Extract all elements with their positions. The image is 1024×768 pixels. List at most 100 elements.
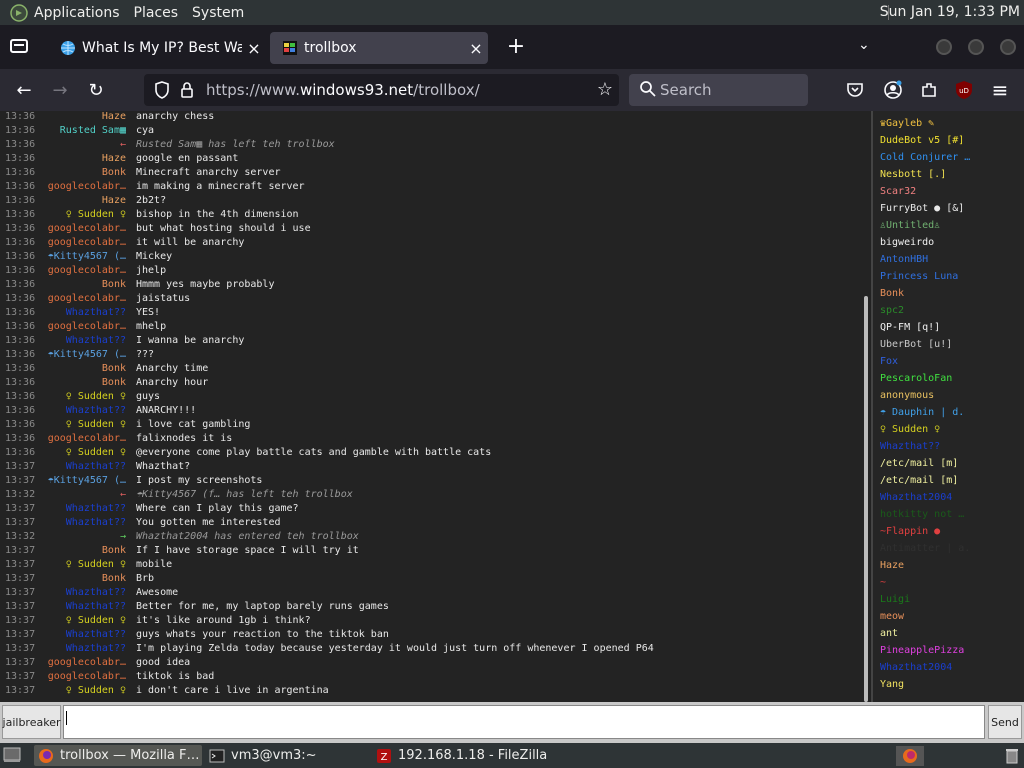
user-list-item[interactable]: Nesbott [.]	[880, 169, 946, 186]
user-list-item[interactable]: ☂ Dauphin | d.	[880, 407, 964, 424]
message-nick[interactable]: googlecolabr…	[48, 223, 126, 234]
tab-whatismyip[interactable]: What Is My IP? Best Way To ×	[48, 32, 266, 64]
message-nick[interactable]: Whazthat??	[66, 629, 126, 640]
nickname-button[interactable]: jailbreaker	[2, 705, 61, 739]
user-list-item[interactable]: AntonHBH	[880, 254, 928, 271]
reload-icon[interactable]: ↻	[85, 80, 107, 101]
menu-system[interactable]: System	[192, 5, 244, 21]
user-list-item[interactable]: DudeBot v5 [#]	[880, 135, 964, 152]
message-nick[interactable]: Bonk	[102, 573, 126, 584]
taskbar-item-filezilla[interactable]: Z 192.168.1.18 - FileZilla	[372, 745, 572, 766]
message-nick[interactable]: ♀ Sudden ♀	[66, 685, 126, 696]
message-nick[interactable]: Bonk	[102, 363, 126, 374]
message-nick[interactable]: Haze	[102, 153, 126, 164]
message-nick[interactable]: Whazthat??	[66, 601, 126, 612]
message-nick[interactable]: Bonk	[102, 167, 126, 178]
bookmark-star-icon[interactable]: ☆	[597, 79, 613, 100]
user-list-item[interactable]: ~Flappin ●	[880, 526, 940, 543]
message-nick[interactable]: ☂Kitty4567 (…	[48, 475, 126, 486]
message-nick[interactable]: googlecolabr…	[48, 657, 126, 668]
message-nick[interactable]: googlecolabr…	[48, 265, 126, 276]
user-list-item[interactable]: Whazthat2004	[880, 662, 952, 679]
firefox-tray-icon[interactable]	[896, 746, 924, 766]
tab-close-icon[interactable]: ×	[464, 39, 488, 58]
trash-icon[interactable]	[1004, 747, 1020, 764]
message-nick[interactable]: Whazthat??	[66, 461, 126, 472]
chat-scrollbar[interactable]	[864, 296, 868, 702]
chat-log[interactable]: 13:36 Haze anarchy chess 13:36 Rusted Sam▦ cy…	[0, 111, 870, 702]
message-nick[interactable]: →	[120, 531, 126, 542]
message-nick[interactable]: Rusted Sam▦	[60, 125, 126, 136]
clock[interactable]: Sun Jan 19, 1:33 PM	[880, 4, 1020, 20]
message-nick[interactable]: ♀ Sudden ♀	[66, 419, 126, 430]
message-nick[interactable]: googlecolabr…	[48, 671, 126, 682]
user-list-item[interactable]: ant	[880, 628, 898, 645]
message-nick[interactable]: ♀ Sudden ♀	[66, 391, 126, 402]
message-nick[interactable]: Haze	[102, 111, 126, 122]
tracking-protection-icon[interactable]	[154, 81, 170, 99]
message-nick[interactable]: Bonk	[102, 545, 126, 556]
user-list-item[interactable]: Scar32	[880, 186, 916, 203]
url-bar[interactable]: https://www.windows93.net/trollbox/ ☆	[144, 74, 619, 106]
url-text[interactable]: https://www.windows93.net/trollbox/	[206, 81, 480, 99]
menu-applications[interactable]: Applications	[34, 5, 120, 21]
user-list-item[interactable]: ♛Gayleb ✎	[880, 118, 934, 135]
menu-places[interactable]: Places	[134, 5, 179, 21]
message-nick[interactable]: Whazthat??	[66, 517, 126, 528]
user-list-item[interactable]: FurryBot ● [&]	[880, 203, 964, 220]
message-nick[interactable]: Whazthat??	[66, 587, 126, 598]
message-nick[interactable]: ♀ Sudden ♀	[66, 447, 126, 458]
message-nick[interactable]: Whazthat??	[66, 643, 126, 654]
lock-icon[interactable]	[180, 81, 194, 99]
taskbar-item-firefox[interactable]: trollbox — Mozilla F…	[34, 745, 202, 766]
user-list-item[interactable]: Cold Conjurer …	[880, 152, 970, 169]
user-list-item[interactable]: Haze	[880, 560, 904, 577]
user-list-item[interactable]: meow	[880, 611, 904, 628]
firefox-view-icon[interactable]	[10, 39, 28, 53]
message-nick[interactable]: Haze	[102, 195, 126, 206]
show-desktop-icon[interactable]	[3, 747, 21, 763]
message-nick[interactable]: Whazthat??	[66, 307, 126, 318]
user-list-item[interactable]: ~	[880, 577, 886, 594]
message-nick[interactable]: googlecolabr…	[48, 293, 126, 304]
message-input[interactable]	[63, 705, 985, 739]
message-nick[interactable]: Bonk	[102, 279, 126, 290]
user-list-item[interactable]: hotkitty not …	[880, 509, 964, 526]
tab-trollbox[interactable]: trollbox ×	[270, 32, 488, 64]
message-nick[interactable]: ☂Kitty4567 (…	[48, 251, 126, 262]
message-nick[interactable]: Whazthat??	[66, 405, 126, 416]
send-button[interactable]: Send	[988, 705, 1022, 739]
maximize-button[interactable]	[968, 39, 984, 55]
message-nick[interactable]: googlecolabr…	[48, 237, 126, 248]
message-nick[interactable]: googlecolabr…	[48, 181, 126, 192]
message-nick[interactable]: Bonk	[102, 377, 126, 388]
user-list-item[interactable]: /etc/mail [m]	[880, 458, 958, 475]
user-list[interactable]: ♛Gayleb ✎ DudeBot v5 [#] Cold Conjurer … Ne…	[871, 111, 1024, 702]
user-list-item[interactable]: QP-FM [q!]	[880, 322, 940, 339]
minimize-button[interactable]	[936, 39, 952, 55]
search-bar[interactable]: Search	[629, 74, 808, 106]
message-nick[interactable]: ←	[120, 489, 126, 500]
message-nick[interactable]: ←	[120, 139, 126, 150]
extensions-icon[interactable]	[920, 81, 938, 99]
user-list-item[interactable]: bigweirdo	[880, 237, 934, 254]
message-nick[interactable]: ♀ Sudden ♀	[66, 615, 126, 626]
pocket-icon[interactable]	[846, 81, 864, 99]
taskbar-item-terminal[interactable]: vm3@vm3:~	[205, 745, 365, 766]
user-list-item[interactable]: UberBot [u!]	[880, 339, 952, 356]
user-list-item[interactable]: PineapplePizza	[880, 645, 964, 662]
user-list-item[interactable]: Bonk	[880, 288, 904, 305]
close-window-button[interactable]	[1000, 39, 1016, 55]
gnome-foot-icon[interactable]	[10, 3, 28, 22]
back-icon[interactable]: ←	[13, 80, 35, 101]
user-list-item[interactable]: Fox	[880, 356, 898, 373]
message-nick[interactable]: googlecolabr…	[48, 433, 126, 444]
message-nick[interactable]: Whazthat??	[66, 335, 126, 346]
user-list-item[interactable]: ♀ Sudden ♀	[880, 424, 940, 441]
user-list-item[interactable]: ♙Untitled♙	[880, 220, 940, 237]
message-nick[interactable]: Whazthat??	[66, 503, 126, 514]
app-menu-icon[interactable]: ≡	[989, 78, 1011, 102]
message-nick[interactable]: googlecolabr…	[48, 321, 126, 332]
list-all-tabs-icon[interactable]: ⌄	[858, 37, 870, 53]
user-list-item[interactable]: Luigi	[880, 594, 910, 611]
